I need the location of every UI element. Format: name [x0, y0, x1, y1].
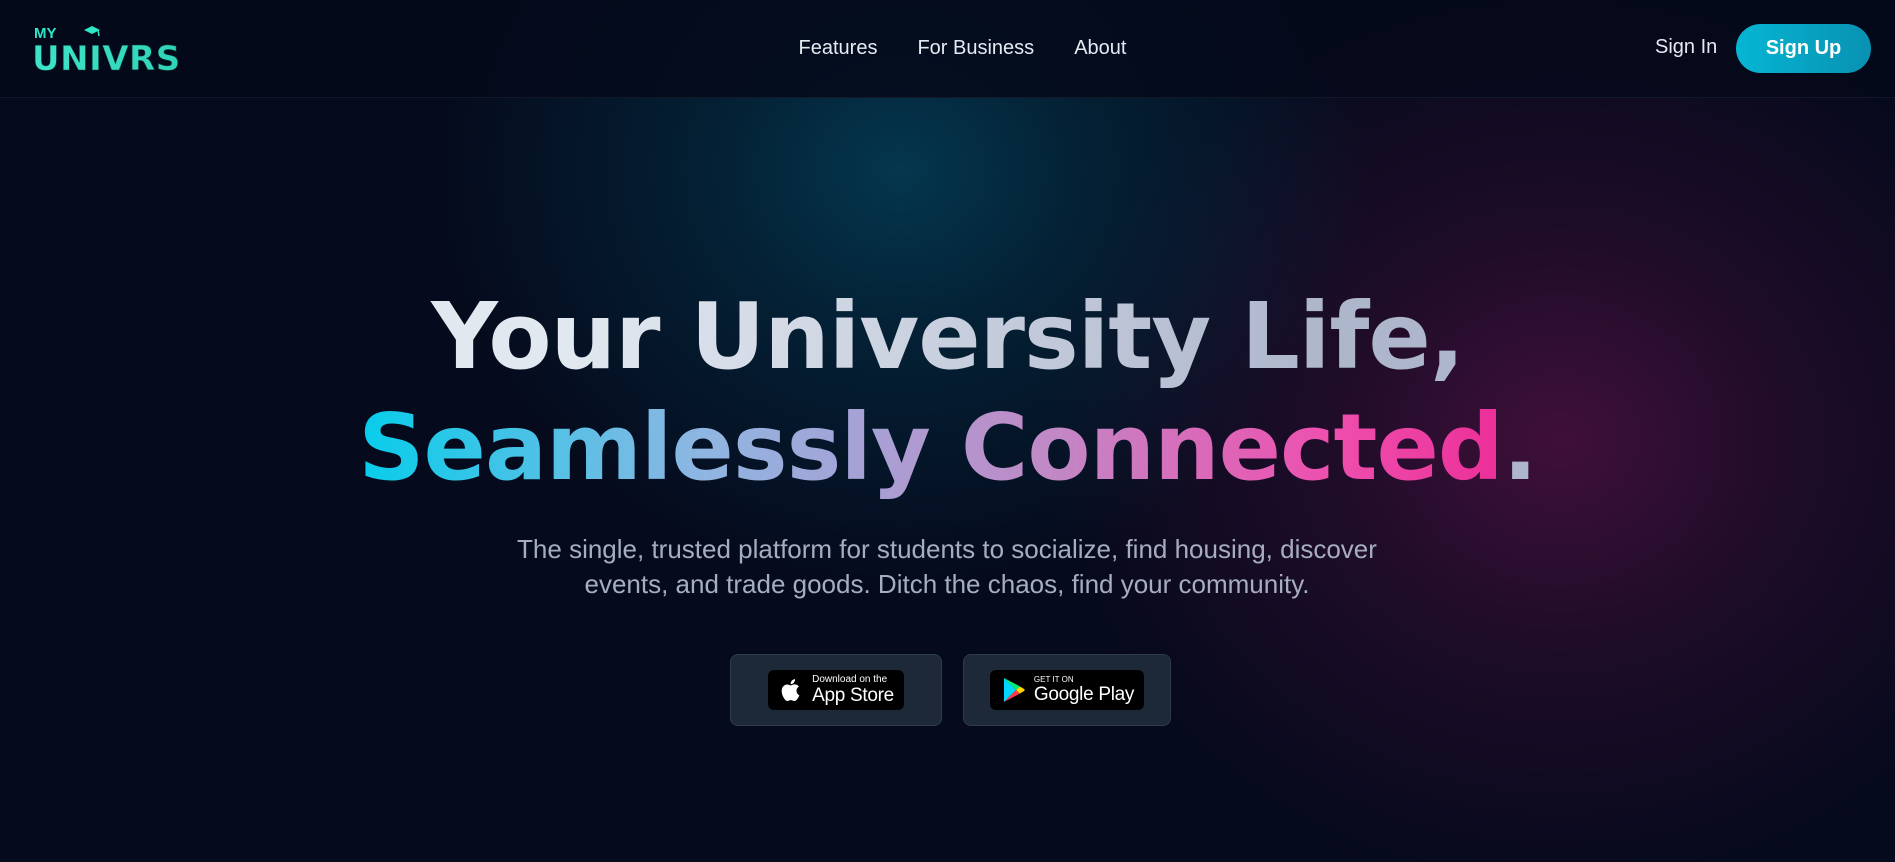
nav-about[interactable]: About: [1074, 37, 1126, 60]
site-header: MY UNIVRS Features For Business About Si…: [0, 0, 1895, 98]
landing-page: MY UNIVRS Features For Business About Si…: [0, 0, 1895, 862]
sign-up-button[interactable]: Sign Up: [1736, 24, 1871, 73]
nav-features[interactable]: Features: [799, 37, 878, 60]
hero-title-highlight: Seamlessly Connected: [358, 394, 1503, 501]
app-store-button[interactable]: Download on the App Store: [730, 654, 942, 726]
main-nav: Features For Business About: [0, 0, 1895, 96]
hero-subtitle: The single, trusted platform for student…: [497, 532, 1397, 602]
hero-title-line1: Your University Life,: [0, 282, 1895, 392]
google-play-badge: GET IT ON Google Play: [989, 670, 1145, 710]
app-store-badge: Download on the App Store: [768, 670, 904, 710]
nav-for-business[interactable]: For Business: [917, 37, 1034, 60]
google-play-button[interactable]: GET IT ON Google Play: [963, 654, 1171, 726]
google-play-icon: [1003, 678, 1025, 702]
google-play-big-text: Google Play: [1033, 684, 1135, 705]
hero-title-line2: Seamlessly Connected.: [0, 393, 1895, 503]
google-play-small-text: GET IT ON: [1033, 675, 1074, 684]
app-store-big-text: App Store: [812, 685, 894, 706]
sign-in-link[interactable]: Sign In: [1655, 36, 1717, 59]
apple-icon: [781, 679, 800, 701]
hero-subtitle-line2: events, and trade goods. Ditch the chaos…: [584, 569, 1310, 599]
hero-subtitle-line1: The single, trusted platform for student…: [517, 534, 1377, 564]
hero-title-dot: .: [1502, 394, 1538, 501]
app-store-small-text: Download on the: [812, 674, 888, 685]
